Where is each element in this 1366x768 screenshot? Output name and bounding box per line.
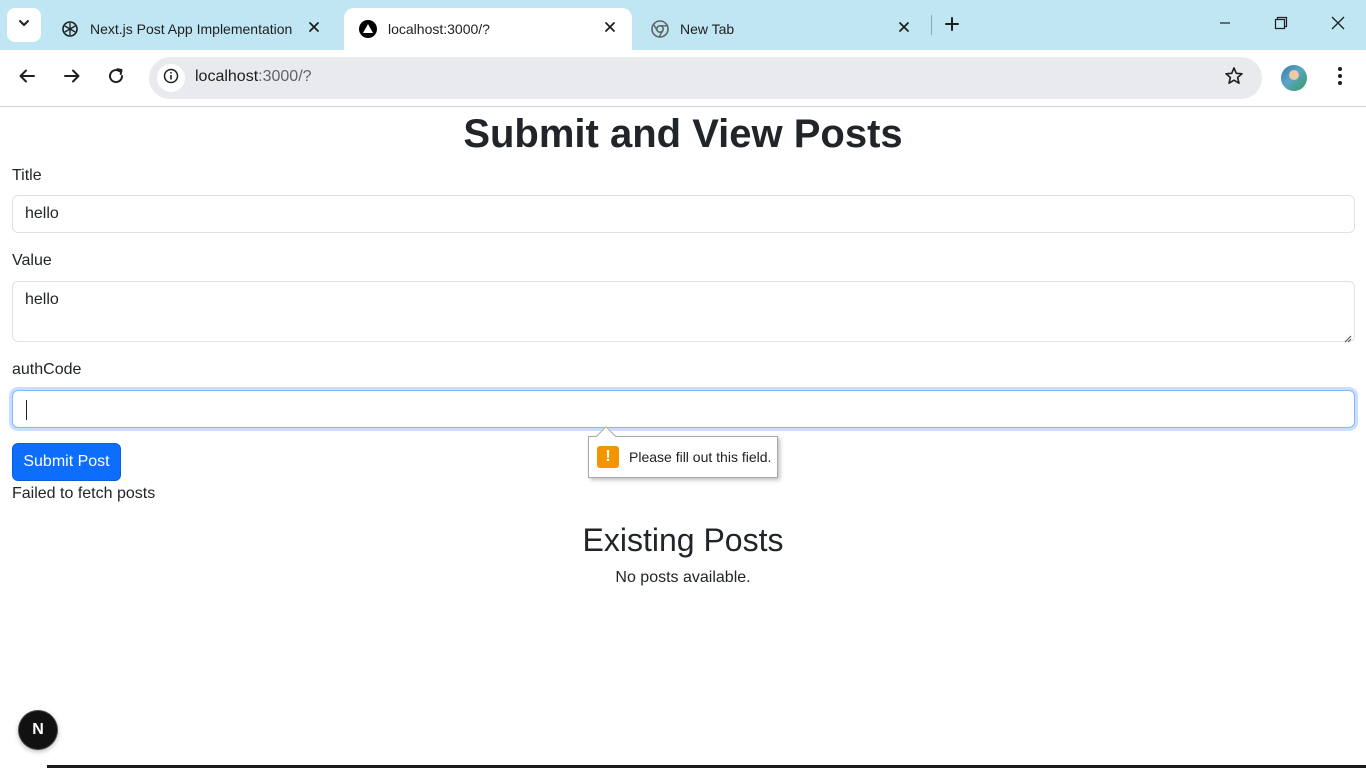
minimize-button[interactable] xyxy=(1210,10,1240,40)
arrow-left-icon xyxy=(18,67,36,90)
fetch-error-text: Failed to fetch posts xyxy=(12,485,156,502)
tooltip-arrow xyxy=(596,426,616,446)
minimize-icon xyxy=(1219,16,1231,34)
back-button[interactable] xyxy=(11,62,43,94)
browser-toolbar: localhost:3000/? xyxy=(0,50,1366,107)
tab-title: localhost:3000/? xyxy=(388,21,490,37)
validation-tooltip: ! Please fill out this field. xyxy=(588,426,778,478)
star-icon xyxy=(1224,66,1244,91)
close-icon[interactable] xyxy=(304,17,324,37)
info-icon xyxy=(163,68,179,89)
plus-icon xyxy=(944,16,960,37)
nextjs-triangle-icon xyxy=(358,19,378,39)
restore-icon xyxy=(1274,16,1288,35)
chrome-icon xyxy=(650,19,670,39)
title-label: Title xyxy=(12,167,42,184)
arrow-right-icon xyxy=(63,67,81,90)
forward-button[interactable] xyxy=(56,62,88,94)
reload-icon xyxy=(107,67,125,90)
submit-post-button[interactable]: Submit Post xyxy=(12,443,121,481)
text-caret xyxy=(26,400,27,420)
title-input[interactable]: hello xyxy=(12,195,1355,233)
value-textarea[interactable]: hello xyxy=(12,281,1355,343)
warning-icon: ! xyxy=(597,446,619,468)
existing-posts-heading: Existing Posts xyxy=(582,522,784,558)
tab-title: Next.js Post App Implementation xyxy=(90,21,293,37)
url-host: localhost xyxy=(195,68,259,85)
nextjs-dev-indicator[interactable]: N xyxy=(19,711,57,749)
new-tab-button[interactable] xyxy=(938,12,966,40)
close-icon xyxy=(1331,16,1345,35)
more-vert-icon xyxy=(1337,66,1343,91)
site-info-button[interactable] xyxy=(157,64,185,92)
chevron-down-icon xyxy=(17,16,31,35)
title-input-value: hello xyxy=(25,205,59,222)
tab-nextjs-post-app[interactable]: Next.js Post App Implementation xyxy=(46,8,336,50)
validation-message: Please fill out this field. xyxy=(629,449,772,465)
restore-button[interactable] xyxy=(1266,10,1296,40)
page-content: Submit and View Posts Title hello Value … xyxy=(0,108,1366,768)
nextjs-logo-icon: N xyxy=(32,721,44,738)
reload-button[interactable] xyxy=(100,62,132,94)
close-icon[interactable] xyxy=(894,17,914,37)
tab-localhost[interactable]: localhost:3000/? xyxy=(344,8,632,50)
tab-strip: Next.js Post App Implementation localhos… xyxy=(0,0,1366,50)
tab-new-tab[interactable]: New Tab xyxy=(636,8,926,50)
authcode-input[interactable] xyxy=(12,390,1355,428)
openai-icon xyxy=(60,19,80,39)
browser-menu-button[interactable] xyxy=(1326,62,1354,94)
value-textarea-value: hello xyxy=(25,291,59,308)
resize-handle-icon[interactable] xyxy=(1342,329,1352,343)
window-close-button[interactable] xyxy=(1323,10,1353,40)
value-label: Value xyxy=(12,252,52,269)
page-title: Submit and View Posts xyxy=(463,112,903,156)
address-url[interactable]: localhost:3000/? xyxy=(195,68,312,86)
no-posts-text: No posts available. xyxy=(615,569,751,586)
url-path: :3000/? xyxy=(258,68,312,85)
tab-separator xyxy=(931,15,932,35)
profile-avatar[interactable] xyxy=(1281,65,1307,91)
tab-search-button[interactable] xyxy=(7,8,41,42)
tab-title: New Tab xyxy=(680,21,735,37)
authcode-label: authCode xyxy=(12,361,82,378)
close-icon[interactable] xyxy=(600,17,620,37)
bookmark-button[interactable] xyxy=(1222,66,1246,90)
address-bar[interactable]: localhost:3000/? xyxy=(149,57,1262,99)
